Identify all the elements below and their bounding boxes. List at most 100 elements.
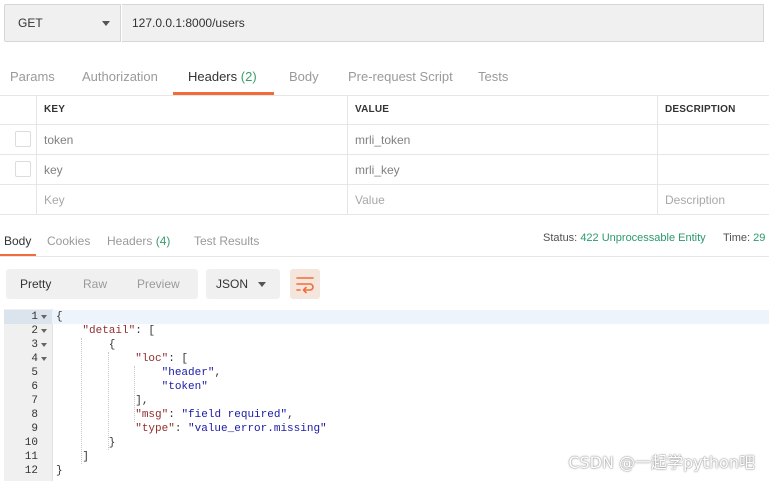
- tab-pre-request-script[interactable]: Pre-request Script: [348, 69, 453, 84]
- code-line: 2 "detail": [: [4, 324, 769, 338]
- line-number: 2: [4, 324, 52, 338]
- line-number-label: 6: [31, 381, 38, 393]
- code-line: 9 "type": "value_error.missing": [4, 422, 769, 436]
- tab-authorization[interactable]: Authorization: [82, 69, 158, 84]
- tab-headers[interactable]: Headers (2): [188, 69, 257, 84]
- fold-toggle-icon[interactable]: [41, 315, 47, 319]
- format-select[interactable]: JSON: [206, 269, 280, 299]
- indent-guide: [81, 338, 83, 464]
- new-description-input[interactable]: Description: [657, 185, 769, 214]
- table-header-row: KEY VALUE DESCRIPTION: [0, 95, 769, 125]
- line-number: 7: [4, 394, 52, 408]
- row-checkbox[interactable]: [15, 131, 31, 147]
- status-info: Status: 422 Unprocessable Entity: [543, 232, 706, 244]
- format-label: JSON: [216, 277, 249, 291]
- time-info: Time: 29: [723, 232, 765, 244]
- code-text: }: [56, 437, 116, 449]
- table-row: token mrli_token: [0, 125, 769, 155]
- code-line: 5 "header",: [4, 366, 769, 380]
- line-number-label: 8: [31, 409, 38, 421]
- line-number-label: 3: [31, 339, 38, 351]
- line-number-label: 1: [31, 311, 38, 323]
- pretty-button[interactable]: Pretty: [20, 277, 51, 291]
- code-line: 6 "token": [4, 380, 769, 394]
- response-tab-body[interactable]: Body: [4, 234, 31, 248]
- chevron-down-icon: [102, 21, 110, 26]
- line-number: 4: [4, 352, 52, 366]
- column-header-key: KEY: [36, 95, 347, 124]
- header-value-field[interactable]: mrli_token: [347, 125, 657, 154]
- line-number-label: 4: [31, 353, 38, 365]
- response-tabs: Body Cookies Headers (4) Test Results St…: [0, 226, 769, 256]
- line-number: 9: [4, 422, 52, 436]
- code-text: "type": "value_error.missing": [135, 423, 327, 435]
- code-text: }: [56, 465, 63, 477]
- line-number-label: 11: [24, 451, 38, 463]
- code-text: {: [56, 311, 63, 323]
- method-label: GET: [18, 16, 43, 30]
- line-number-label: 10: [24, 437, 38, 449]
- line-number-label: 9: [31, 423, 38, 435]
- code-line: 7 ],: [4, 394, 769, 408]
- url-value: 127.0.0.1:8000/users: [132, 16, 245, 30]
- code-text: ]: [56, 451, 90, 463]
- line-number: 12: [4, 464, 52, 478]
- fold-toggle-icon[interactable]: [41, 343, 47, 347]
- time-value: 29: [753, 232, 766, 244]
- line-number: 10: [4, 436, 52, 450]
- code-line: 4 "loc": [: [4, 352, 769, 366]
- header-key-field[interactable]: key: [36, 155, 347, 184]
- line-number-label: 2: [31, 325, 38, 337]
- code-text: {: [56, 339, 116, 351]
- response-headers-count: (4): [155, 234, 171, 248]
- header-value-field[interactable]: mrli_key: [347, 155, 657, 184]
- new-key-input[interactable]: Key: [36, 185, 347, 214]
- divider: [0, 256, 769, 257]
- status-label: Status:: [543, 232, 578, 244]
- code-line: 8 "msg": "field required",: [4, 408, 769, 422]
- fold-toggle-icon[interactable]: [41, 329, 47, 333]
- chevron-down-icon: [258, 282, 266, 287]
- column-header-value: VALUE: [347, 95, 657, 124]
- line-number-label: 7: [31, 395, 38, 407]
- line-number: 6: [4, 380, 52, 394]
- line-number: 1: [4, 310, 52, 324]
- method-select[interactable]: GET: [4, 4, 121, 42]
- wrap-lines-button[interactable]: [290, 269, 320, 299]
- time-label: Time:: [723, 232, 751, 244]
- tab-body[interactable]: Body: [289, 69, 319, 84]
- line-number: 11: [4, 450, 52, 464]
- line-number: 8: [4, 408, 52, 422]
- view-mode-group: Pretty Raw Preview: [6, 269, 198, 299]
- response-tab-headers[interactable]: Headers (4): [107, 234, 170, 248]
- row-checkbox[interactable]: [15, 161, 31, 177]
- indent-guide: [134, 366, 136, 422]
- line-number-label: 5: [31, 367, 38, 379]
- response-tab-test-results[interactable]: Test Results: [194, 234, 259, 248]
- header-description-field[interactable]: [657, 125, 769, 154]
- line-number-label: 12: [24, 465, 38, 477]
- url-input[interactable]: 127.0.0.1:8000/users: [122, 4, 764, 42]
- response-tab-cookies[interactable]: Cookies: [47, 234, 90, 248]
- column-header-description: DESCRIPTION: [657, 95, 769, 124]
- code-line: 1{: [4, 310, 769, 324]
- code-line: 10 }: [4, 436, 769, 450]
- preview-button[interactable]: Preview: [137, 277, 180, 291]
- line-number: 3: [4, 338, 52, 352]
- new-value-input[interactable]: Value: [347, 185, 657, 214]
- line-number: 5: [4, 366, 52, 380]
- code-text: "detail": [: [82, 325, 156, 337]
- watermark: CSDN @一起学python吧: [568, 453, 755, 472]
- headers-count: (2): [240, 69, 257, 84]
- header-description-field[interactable]: [657, 155, 769, 184]
- fold-toggle-icon[interactable]: [41, 357, 47, 361]
- code-text: "loc": [: [135, 353, 189, 365]
- tab-params[interactable]: Params: [10, 69, 55, 84]
- tab-tests[interactable]: Tests: [478, 69, 508, 84]
- raw-button[interactable]: Raw: [83, 277, 107, 291]
- request-bar: GET 127.0.0.1:8000/users: [4, 4, 764, 44]
- status-value: 422 Unprocessable Entity: [580, 232, 706, 244]
- table-row-new: Key Value Description: [0, 185, 769, 215]
- wrap-lines-icon: [296, 277, 314, 294]
- header-key-field[interactable]: token: [36, 125, 347, 154]
